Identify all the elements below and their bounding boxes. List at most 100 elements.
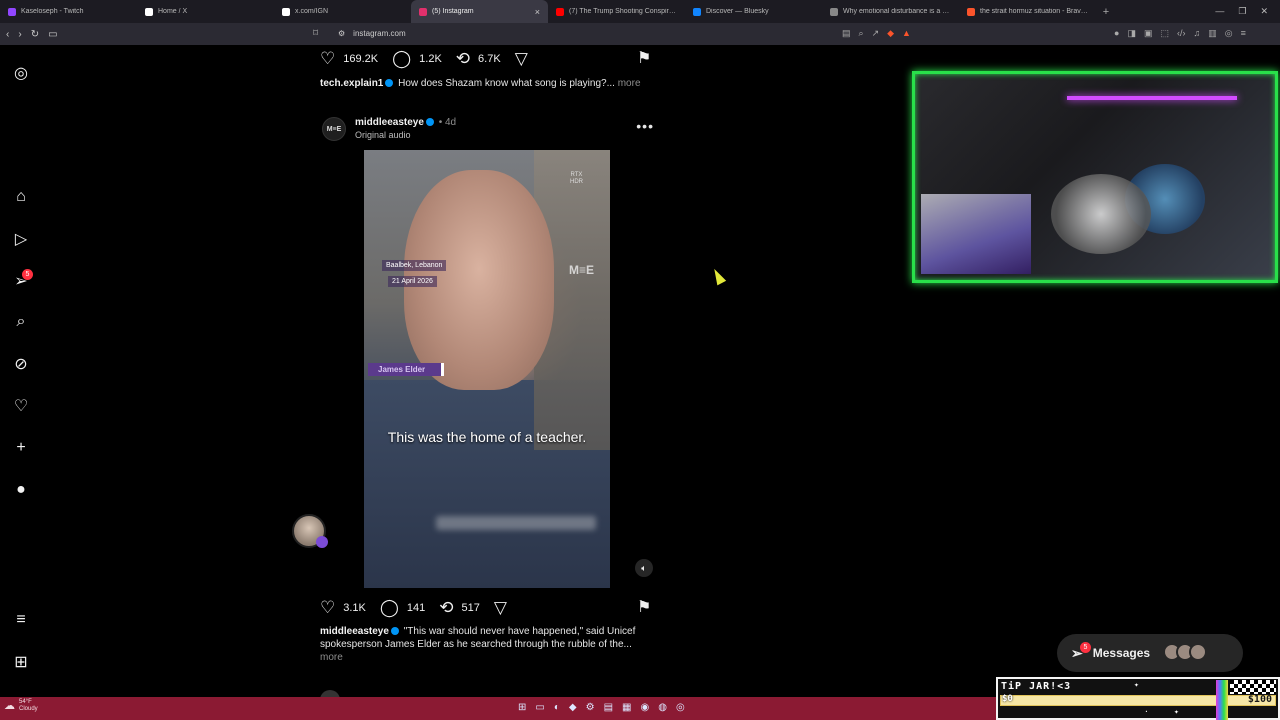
media-icon[interactable]: ♫ xyxy=(1193,28,1200,39)
search-icon[interactable]: ⌕ xyxy=(10,311,32,333)
brave-icon[interactable]: ◆ xyxy=(569,702,577,713)
store-icon[interactable]: ▦ xyxy=(622,702,631,713)
close-tab-icon[interactable]: × xyxy=(535,7,540,17)
start-icon[interactable]: ⊞ xyxy=(518,702,526,713)
heart-icon[interactable]: ♡ xyxy=(10,395,32,417)
apps-icon[interactable]: ⊞ xyxy=(10,651,32,673)
devtools-icon[interactable]: ‹/› xyxy=(1177,28,1186,39)
more-link[interactable]: more xyxy=(320,652,343,663)
app-icon[interactable]: ◉ xyxy=(640,702,649,713)
tab-list: Kaseloseph - Twitch Home / X x.com/IGN (5) … xyxy=(0,0,1096,23)
instagram-logo-icon[interactable]: ◎ xyxy=(10,62,32,84)
tab-favicon-icon xyxy=(8,7,16,16)
steam-icon[interactable]: ◐ xyxy=(554,702,560,713)
share-icon[interactable]: ↗ xyxy=(872,28,880,39)
repost-icon[interactable]: ⟲ xyxy=(456,49,470,69)
back-icon[interactable]: ‹ xyxy=(6,29,9,40)
site-settings-icon[interactable]: ⚙ xyxy=(338,29,345,38)
browser-tab[interactable]: (5) Instagram × xyxy=(411,0,548,23)
home-icon[interactable]: ⌂ xyxy=(10,186,32,208)
comment-icon[interactable]: ◯ xyxy=(380,598,399,618)
screenshot-icon[interactable]: ⬚ xyxy=(1160,28,1169,39)
reels-icon[interactable]: ▷ xyxy=(10,228,32,250)
settings-icon[interactable]: ⚙ xyxy=(586,702,595,713)
more-link[interactable]: more xyxy=(618,78,641,89)
extension-icon[interactable]: ◨ xyxy=(1127,28,1136,39)
video-date-label: 21 April 2026 xyxy=(388,276,437,287)
caption-username[interactable]: middleeasteye xyxy=(320,626,389,637)
save-post-icon[interactable]: ⚑ xyxy=(637,48,651,68)
vpn-icon[interactable]: ● xyxy=(1114,28,1119,39)
caption-text: How does Shazam know what song is playin… xyxy=(398,78,615,89)
floating-story-avatar[interactable] xyxy=(292,514,328,548)
avatar[interactable]: M≡E xyxy=(322,117,346,141)
browser-tab[interactable]: Discover — Bluesky xyxy=(685,0,822,23)
browser-tab-bar: Kaseloseph - Twitch Home / X x.com/IGN (5) … xyxy=(0,0,1280,23)
browser-menu-icon[interactable]: ≡ xyxy=(1241,28,1246,39)
menu-icon[interactable]: ≡ xyxy=(10,609,32,631)
sparkle-icon: ✦ xyxy=(1134,680,1139,689)
url-field[interactable]: ⚙ instagram.com xyxy=(338,29,406,38)
share-post-icon[interactable]: ▽ xyxy=(494,598,507,618)
post-caption: middleeasteye "This war should never hav… xyxy=(320,625,660,664)
comment-icon[interactable]: ◯ xyxy=(392,49,411,69)
maximize-icon[interactable]: ❐ xyxy=(1238,6,1246,17)
close-window-icon[interactable]: ✕ xyxy=(1260,6,1268,17)
messages-count-badge: 5 xyxy=(1080,642,1091,653)
browser-tab[interactable]: Home / X xyxy=(137,0,274,23)
repost-icon[interactable]: ⟲ xyxy=(439,598,453,618)
mute-icon[interactable]: 🔈︎ xyxy=(635,559,653,577)
led-light-strip xyxy=(1067,96,1237,100)
post-username[interactable]: middleeasteye xyxy=(355,117,424,128)
profile-icon[interactable]: ● xyxy=(10,479,32,501)
zoom-icon[interactable]: ⌕ xyxy=(859,28,864,39)
file-explorer-icon[interactable]: ▤ xyxy=(604,702,613,713)
address-actions: ▤ ⌕ ↗ ◆ ▲ xyxy=(842,28,911,39)
weather-widget[interactable]: ☁ 54°F Cloudy xyxy=(4,699,38,713)
brave-rewards-icon[interactable]: ▲ xyxy=(902,28,911,39)
wallet-icon[interactable]: ▣ xyxy=(1144,28,1153,39)
reader-mode-icon[interactable]: ▤ xyxy=(842,28,851,39)
post-audio[interactable]: Original audio xyxy=(355,130,411,140)
minimize-icon[interactable]: — xyxy=(1215,6,1224,17)
forward-icon[interactable]: › xyxy=(18,29,21,40)
sidebar-toggle-icon[interactable]: ▭ xyxy=(48,29,57,40)
brave-shields-icon[interactable]: ◆ xyxy=(887,28,894,39)
like-count: 169.2K xyxy=(343,53,379,65)
save-post-icon[interactable]: ⚑ xyxy=(637,597,651,617)
messages-button[interactable]: ➢ Messages xyxy=(1057,634,1243,672)
browser-tab[interactable]: (7) The Trump Shooting Conspiracies xyxy=(548,0,685,23)
sidebar-panel-icon[interactable]: ▥ xyxy=(1208,28,1217,39)
like-count: 3.1K xyxy=(343,602,366,614)
blurred-caption xyxy=(436,516,596,530)
mee-watermark-logo: M≡E xyxy=(569,263,595,277)
profile-menu-icon[interactable]: ◎ xyxy=(1225,28,1233,39)
discord-icon[interactable]: ◍ xyxy=(658,702,667,713)
browser-tab[interactable]: x.com/IGN xyxy=(274,0,411,23)
browser-tab[interactable]: the strait hormuz situation - Brave Se xyxy=(959,0,1096,23)
tab-label: the strait hormuz situation - Brave Se xyxy=(980,8,1088,15)
more-options-icon[interactable]: ••• xyxy=(636,118,654,134)
tab-favicon-icon xyxy=(693,7,701,16)
task-view-icon[interactable]: ▭ xyxy=(535,702,544,713)
explore-icon[interactable]: ⊘ xyxy=(10,353,32,375)
browser-tab[interactable]: Kaseloseph - Twitch xyxy=(0,0,137,23)
reload-icon[interactable]: ↻ xyxy=(31,29,39,40)
browser-tab[interactable]: Why emotional disturbance is a dou xyxy=(822,0,959,23)
new-tab-button[interactable]: + xyxy=(1096,6,1116,18)
rainbow-stripes xyxy=(1216,680,1228,720)
tab-label: (5) Instagram xyxy=(432,8,474,15)
bookmark-page-icon[interactable]: ⌑ xyxy=(313,28,318,39)
post-video[interactable]: RTX HDR Baalbek, Lebanon 21 April 2026 M≡… xyxy=(312,150,662,588)
create-icon[interactable]: + xyxy=(10,437,32,459)
share-post-icon[interactable]: ▽ xyxy=(515,49,528,69)
like-icon[interactable]: ♡ xyxy=(320,598,335,618)
obs-icon[interactable]: ◎ xyxy=(676,702,685,713)
tab-label: Home / X xyxy=(158,8,188,15)
caption-username[interactable]: tech.explain1 xyxy=(320,78,383,89)
avatar xyxy=(1189,643,1207,661)
video-location-label: Baalbek, Lebanon xyxy=(382,260,447,271)
sparkle-icon: · xyxy=(1144,707,1149,716)
rtx-hdr-badge: RTX HDR xyxy=(570,172,583,185)
like-icon[interactable]: ♡ xyxy=(320,49,335,69)
